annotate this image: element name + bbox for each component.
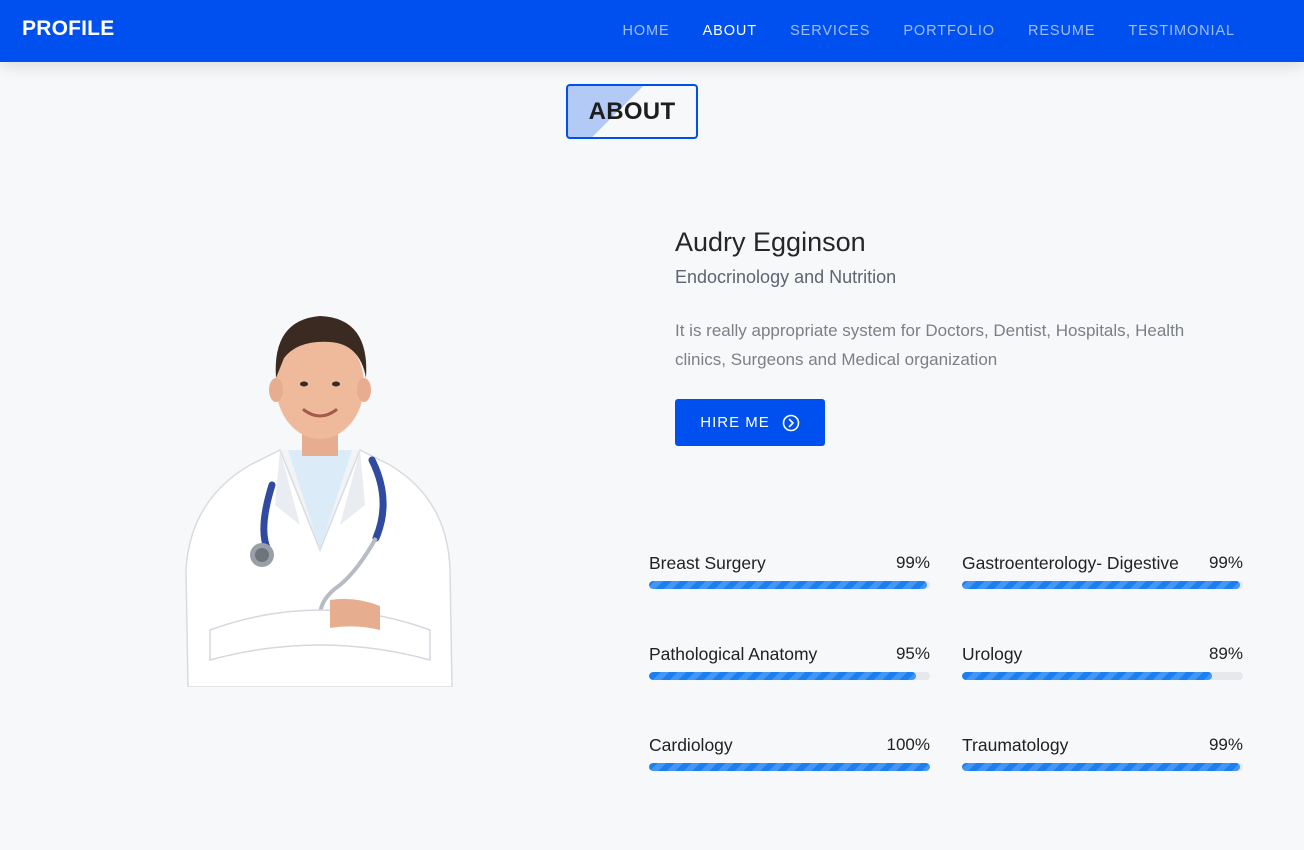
skill-cardiology: Cardiology 100% (649, 735, 930, 775)
nav-item-testimonial[interactable]: TESTIMONIAL (1112, 23, 1252, 39)
nav-item-services[interactable]: SERVICES (774, 23, 887, 39)
skill-breast-surgery: Breast Surgery 99% (649, 553, 930, 593)
top-navbar: PROFILE HOME ABOUT SERVICES PORTFOLIO RE… (0, 0, 1304, 62)
skill-progress-fill (962, 672, 1213, 680)
skill-progress-fill (962, 763, 1241, 771)
skill-label: Urology (962, 644, 1023, 664)
nav-item-about[interactable]: ABOUT (686, 23, 773, 39)
skill-traumatology: Traumatology 99% (962, 735, 1243, 775)
skill-urology: Urology 89% (962, 644, 1243, 684)
skill-label: Pathological Anatomy (649, 644, 818, 664)
hire-me-label: HIRE ME (700, 414, 770, 431)
skill-progress-fill (649, 581, 928, 589)
section-title-box: ABOUT (566, 84, 698, 139)
doctor-name: Audry Egginson (675, 227, 866, 257)
nav-item-resume[interactable]: RESUME (1011, 23, 1111, 39)
doctor-specialty: Endocrinology and Nutrition (675, 267, 897, 287)
skill-percent: 99% (895, 553, 930, 572)
nav-item-portfolio[interactable]: PORTFOLIO (887, 23, 1012, 39)
skill-progress-track (962, 672, 1243, 680)
nav-item-home[interactable]: HOME (606, 23, 686, 39)
skill-label: Gastroenterology- Digestive (962, 553, 1179, 573)
nav-menu: HOME ABOUT SERVICES PORTFOLIO RESUME TES… (606, 0, 1252, 62)
section-title: ABOUT (588, 97, 676, 125)
skill-gastroenterology: Gastroenterology- Digestive 99% (962, 553, 1243, 593)
skill-percent: 100% (886, 735, 930, 754)
skill-progress-fill (962, 581, 1241, 589)
hire-me-button[interactable]: HIRE ME (675, 399, 825, 446)
arrow-right-circle-icon (782, 414, 800, 432)
skill-percent: 95% (895, 644, 930, 663)
skill-label: Breast Surgery (649, 553, 766, 573)
skill-label: Traumatology (962, 735, 1069, 755)
skill-progress-fill (649, 763, 930, 771)
skill-label: Cardiology (649, 735, 733, 755)
skill-percent: 89% (1208, 644, 1243, 663)
skill-progress-track (649, 763, 930, 771)
skill-percent: 99% (1208, 735, 1243, 754)
skill-progress-track (962, 763, 1243, 771)
brand-logo[interactable]: PROFILE (22, 17, 114, 41)
skill-percent: 99% (1208, 553, 1243, 572)
skill-pathological-anatomy: Pathological Anatomy 95% (649, 644, 930, 684)
skill-progress-track (649, 672, 930, 680)
doctor-description: It is really appropriate system for Doct… (675, 321, 1185, 369)
skill-progress-track (962, 581, 1243, 589)
skill-progress-fill (649, 672, 916, 680)
doctor-photo (180, 300, 460, 688)
skill-progress-track (649, 581, 930, 589)
